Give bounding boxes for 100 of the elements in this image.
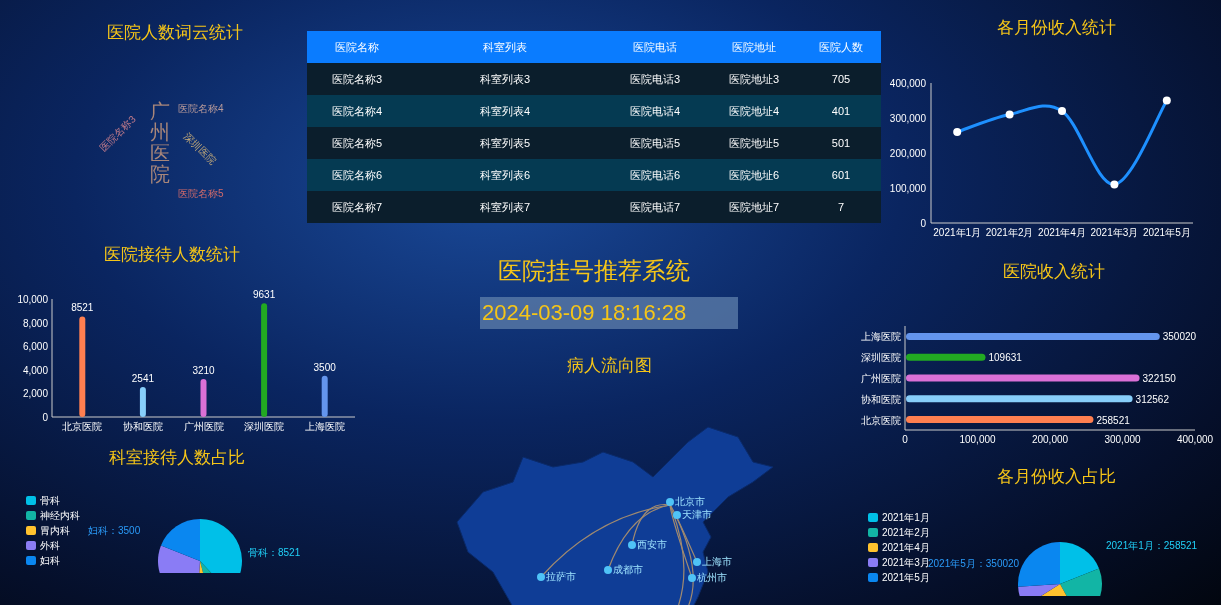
legend-label: 妇科	[40, 554, 60, 567]
city-label: 西安市	[637, 539, 667, 550]
legend-label: 2021年2月	[882, 526, 930, 539]
x-tick-label: 100,000	[959, 434, 997, 445]
bar-value: 2541	[131, 373, 154, 384]
bar-value: 9631	[253, 289, 276, 301]
slice-label: 2021年1月：258521	[1106, 538, 1198, 553]
x-axis-label: 广州医院	[183, 421, 224, 432]
city-dot	[537, 572, 545, 581]
legend-label: 2021年5月	[882, 571, 930, 584]
x-axis-label: 上海医院	[304, 421, 345, 432]
datetime-display: 2024-03-09 18:16:28	[480, 297, 738, 329]
y-tick-label: 300,000	[889, 112, 927, 124]
y-axis-label: 协和医院	[861, 393, 901, 405]
city-label: 天津市	[682, 509, 712, 520]
word-cloud-word: 深圳医院	[180, 128, 220, 168]
city-dot	[604, 565, 612, 574]
city-dot	[628, 540, 636, 549]
y-axis-label: 北京医院	[861, 414, 901, 426]
y-axis-label: 上海医院	[861, 331, 901, 343]
table-cell: 医院地址3	[707, 63, 801, 95]
word-cloud-word: 医院名称3	[96, 112, 139, 155]
bar-value: 312562	[1135, 393, 1169, 405]
word-cloud-word: 医院名称5	[178, 186, 224, 201]
table-cell: 医院电话3	[603, 63, 707, 95]
legend-label: 2021年1月	[882, 511, 930, 524]
table-cell: 科室列表7	[407, 191, 603, 223]
table-cell: 医院名称5	[307, 127, 407, 159]
city-label: 北京市	[675, 496, 705, 507]
y-tick-label: 6,000	[22, 341, 49, 353]
section-title: 各月份收入统计	[997, 17, 1116, 39]
y-tick-label: 100,000	[889, 182, 927, 194]
table-cell: 医院地址4	[707, 95, 801, 127]
city-label: 杭州市	[697, 572, 727, 583]
legend-label: 神经内科	[40, 509, 80, 522]
city-label: 上海市	[702, 556, 732, 567]
slice-label: 骨科：8521	[248, 545, 301, 560]
page-title: 医院挂号推荐系统	[498, 256, 690, 286]
column-header: 医院地址	[707, 31, 801, 63]
section-title: 科室接待人数占比	[109, 447, 245, 469]
bar-value: 350020	[1162, 331, 1197, 343]
table-cell: 科室列表6	[407, 159, 603, 191]
legend-label: 外科	[40, 539, 60, 552]
x-axis-label: 2021年4月	[1038, 226, 1086, 238]
bar-value: 258521	[1096, 414, 1130, 426]
table-cell: 医院电话6	[603, 159, 707, 191]
column-header: 医院电话	[603, 31, 707, 63]
table-cell: 705	[801, 63, 881, 95]
table-cell: 医院电话4	[603, 95, 707, 127]
table-cell: 医院地址6	[707, 159, 801, 191]
section-title: 病人流向图	[566, 355, 652, 377]
y-tick-label: 0	[42, 412, 49, 423]
bar-value: 109631	[988, 352, 1022, 364]
x-axis-label: 2021年3月	[1090, 226, 1139, 238]
x-axis-label: 2021年5月	[1142, 226, 1191, 238]
table-cell: 501	[801, 127, 881, 159]
section-title: 各月份收入占比	[997, 466, 1116, 488]
column-header: 医院人数	[801, 31, 881, 63]
x-tick-label: 300,000	[1104, 434, 1142, 445]
bar-value: 8521	[71, 302, 94, 314]
slice-label: 妇科：3500	[88, 523, 141, 538]
section-title: 医院接待人数统计	[104, 243, 240, 266]
table-cell: 科室列表3	[407, 63, 603, 95]
table-cell: 401	[801, 95, 881, 127]
table-cell: 科室列表4	[407, 95, 603, 127]
legend-label: 胃内科	[40, 524, 70, 537]
y-tick-label: 0	[920, 217, 927, 229]
y-tick-label: 8,000	[22, 317, 49, 329]
table-cell: 医院地址7	[707, 191, 801, 223]
word-cloud-word: 医院名称4	[178, 101, 224, 116]
x-axis-label: 2021年1月	[933, 226, 982, 238]
y-axis: 0 2,000 4,000 6,000 8,000 10,000	[17, 294, 53, 423]
section-title: 医院人数词云统计	[107, 22, 243, 44]
x-axis: 0 100,000 200,000 300,000 400,000	[902, 429, 1214, 445]
y-tick-label: 4,000	[22, 364, 49, 376]
table-cell: 医院名称3	[307, 63, 407, 95]
city-dot	[688, 573, 696, 582]
x-axis-label: 协和医院	[122, 421, 163, 432]
x-tick-label: 200,000	[1031, 434, 1069, 445]
y-axis-label: 深圳医院	[861, 352, 901, 364]
table-cell: 医院名称7	[307, 191, 407, 223]
city-dot	[673, 510, 681, 519]
bar-value: 3500	[313, 361, 336, 373]
table-cell: 医院名称6	[307, 159, 407, 191]
x-axis-label: 北京医院	[62, 421, 103, 432]
city-label: 成都市	[613, 564, 643, 575]
table-cell: 医院地址5	[707, 127, 801, 159]
y-tick-label: 2,000	[22, 388, 49, 400]
y-axis: 0 100,000 200,000 300,000 400,000	[889, 77, 932, 229]
y-tick-label: 10,000	[17, 294, 49, 305]
slice-label: 2021年5月：350020	[928, 556, 1020, 571]
column-header: 科室列表	[407, 31, 603, 63]
table-cell: 医院名称4	[307, 95, 407, 127]
table-cell: 医院电话5	[603, 127, 707, 159]
table-cell: 科室列表5	[407, 127, 603, 159]
city-dot	[666, 497, 674, 506]
y-tick-label: 400,000	[889, 77, 927, 89]
y-axis-label: 广州医院	[861, 373, 901, 384]
city-label: 拉萨市	[546, 571, 576, 582]
legend-label: 骨科	[40, 494, 60, 507]
